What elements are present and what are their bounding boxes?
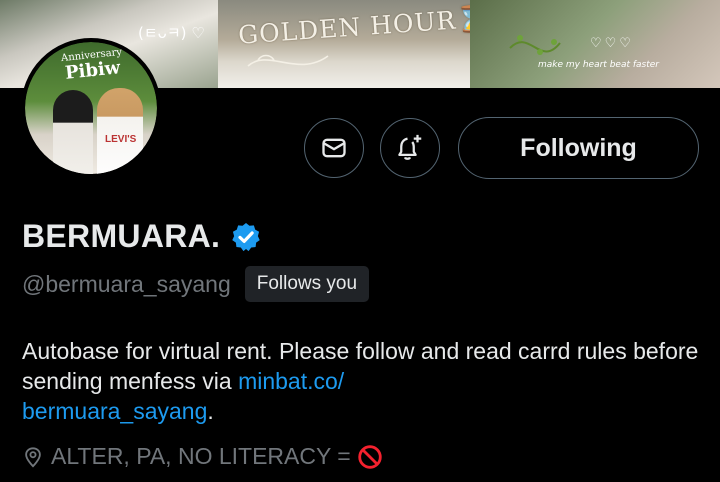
bio-text: Autobase for virtual rent. Please follow… (22, 338, 699, 394)
user-handle: @bermuara_sayang (22, 270, 231, 297)
follows-you-badge: Follows you (244, 266, 370, 302)
location-text: ALTER, PA, NO LITERACY = (51, 443, 351, 469)
location-pin-icon (25, 446, 41, 467)
avatar-shirt-text: LEVI'S (105, 134, 137, 145)
banner-scribble-icon (247, 54, 329, 67)
notify-button[interactable] (380, 118, 440, 178)
bio-link-part2: bermuara_sayang (22, 398, 208, 424)
avatar-photo: Anniversary Pibiw LEVI'S (25, 42, 157, 174)
verified-badge-icon[interactable] (230, 221, 262, 253)
following-button[interactable]: Following (458, 117, 699, 179)
no-entry-sign-icon (358, 444, 382, 469)
handle-row: @bermuara_sayang Follows you (22, 266, 370, 302)
name-row: BERMUARA. (22, 218, 262, 255)
message-button[interactable] (304, 118, 364, 178)
banner-hearts-text: ♡♡♡ (590, 36, 634, 51)
bio-link-part1: minbat.co/ (238, 368, 345, 394)
bio-end: . (207, 398, 214, 424)
profile-bio: Autobase for virtual rent. Please follow… (22, 336, 712, 426)
banner-emote-text: (ㅌᴗㅋ) ♡ (138, 24, 205, 42)
avatar-person-right (97, 88, 143, 174)
envelope-icon (322, 138, 346, 158)
bell-plus-icon (398, 134, 422, 160)
banner-panel-3: ♡♡♡ make my heart beat faster (470, 0, 720, 88)
avatar-overlay-name: Pibiw (64, 57, 122, 84)
display-name: BERMUARA. (22, 218, 221, 254)
banner-heartbeat-text: make my heart beat faster (538, 60, 659, 70)
avatar-person-left (53, 90, 93, 174)
profile-location: ALTER, PA, NO LITERACY = (22, 443, 383, 470)
avatar[interactable]: Anniversary Pibiw LEVI'S (21, 38, 161, 178)
banner-panel-2: GOLDEN HOUR⌛ (218, 0, 470, 88)
